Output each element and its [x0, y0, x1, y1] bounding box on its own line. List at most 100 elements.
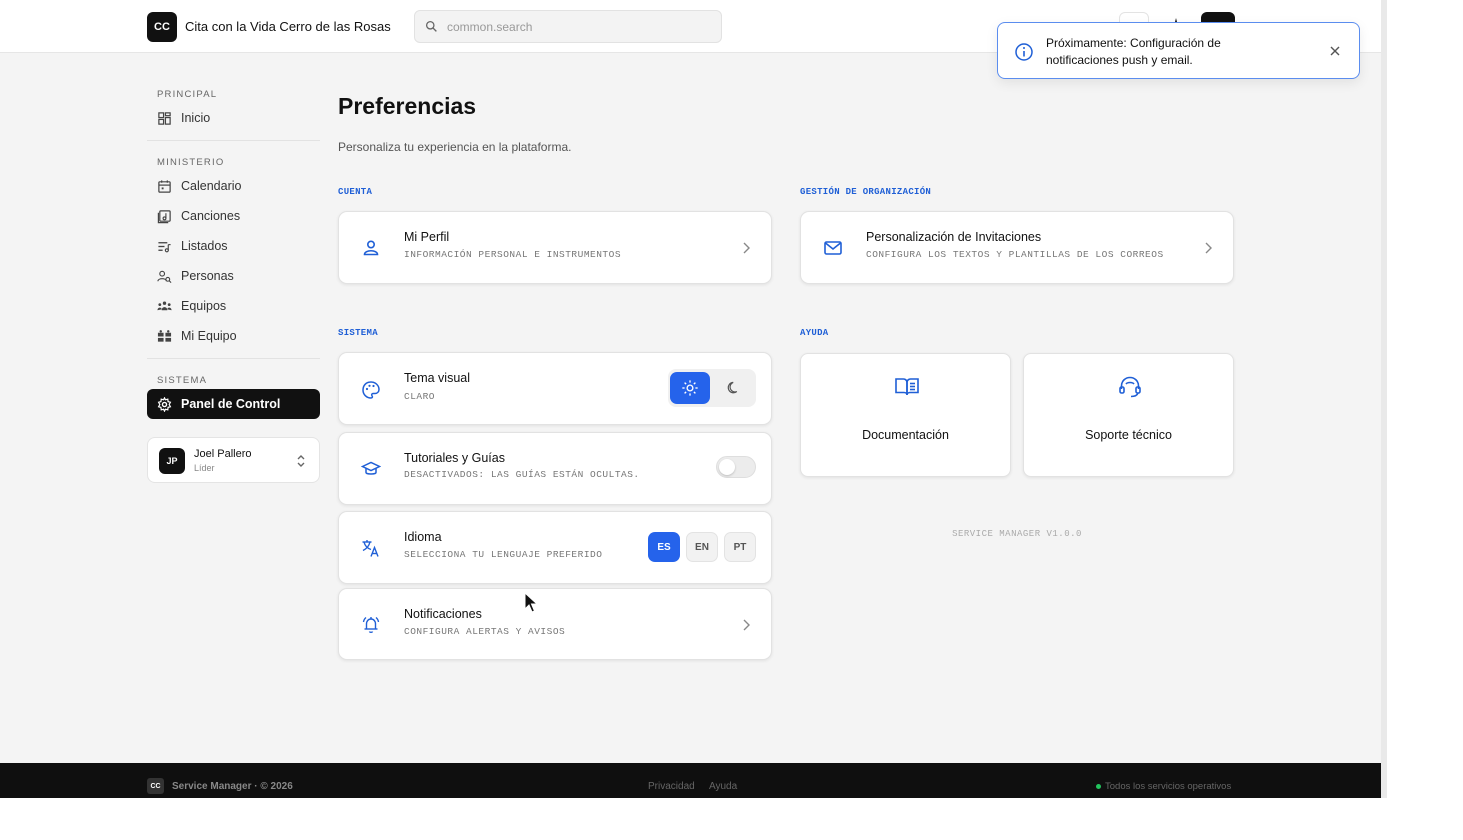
theme-light-button[interactable]: [670, 372, 710, 404]
language-card: Idioma SELECCIONA TU LENGUAJE PREFERIDO …: [338, 511, 772, 584]
footer: CC Service Manager · © 2026 Privacidad A…: [0, 763, 1381, 798]
search-icon: [425, 20, 437, 32]
sidebar-divider: [147, 140, 320, 141]
theme-dark-button[interactable]: [714, 372, 754, 404]
mouse-cursor-icon: [524, 592, 539, 613]
sidebar-item-equipos[interactable]: Equipos: [147, 293, 320, 319]
search-bar[interactable]: [414, 10, 722, 43]
app-version: SERVICE MANAGER V1.0.0: [952, 529, 1082, 539]
sidebar-section-label: PRINCIPAL: [157, 89, 218, 100]
headset-icon: [1119, 376, 1141, 398]
footer-link-privacidad[interactable]: Privacidad: [648, 781, 695, 792]
profile-card[interactable]: Mi Perfil INFORMACIÓN PERSONAL E INSTRUM…: [338, 211, 772, 284]
user-name: Joel Pallero: [194, 448, 252, 460]
settings-gear-icon: [157, 396, 172, 412]
invitations-card[interactable]: Personalización de Invitaciones CONFIGUR…: [800, 211, 1234, 284]
people-icon: [157, 270, 172, 283]
sidebar-item-listados[interactable]: Listados: [147, 233, 320, 259]
status-dot-icon: [1096, 784, 1101, 789]
card-description: CONFIGURA ALERTAS Y AVISOS: [404, 626, 566, 637]
moon-icon: [727, 381, 738, 394]
card-title: Mi Perfil: [404, 230, 450, 244]
tutorials-card: Tutoriales y Guías DESACTIVADOS: LAS GUÍ…: [338, 432, 772, 505]
footer-logo: CC: [147, 778, 164, 794]
dashboard-icon: [158, 111, 171, 125]
language-option-es[interactable]: ES: [648, 532, 680, 562]
footer-link-ayuda[interactable]: Ayuda: [709, 781, 737, 792]
sidebar-item-label: Equipos: [181, 299, 227, 313]
translate-icon: [362, 540, 379, 557]
user-icon: [363, 240, 379, 256]
language-option-pt[interactable]: PT: [724, 532, 756, 562]
documentation-card[interactable]: Documentación: [800, 353, 1011, 477]
book-icon: [895, 378, 919, 396]
chevron-right-icon: [743, 242, 750, 254]
sidebar-item-label: Listados: [181, 239, 228, 253]
search-input[interactable]: [447, 17, 707, 37]
sidebar-item-label: Panel de Control: [181, 397, 281, 411]
app-window: CC Cita con la Vida Cerro de las Rosas P…: [0, 0, 1381, 798]
card-description: SELECCIONA TU LENGUAJE PREFERIDO: [404, 549, 603, 560]
sidebar-item-label: Calendario: [181, 179, 242, 193]
page-subtitle: Personaliza tu experiencia en la platafo…: [338, 140, 572, 154]
notifications-card[interactable]: Notificaciones CONFIGURA ALERTAS Y AVISO…: [338, 588, 772, 660]
card-title: Notificaciones: [404, 607, 482, 621]
help-card-label: Documentación: [862, 428, 949, 442]
info-icon: [1015, 43, 1033, 61]
user-role: Líder: [194, 463, 215, 473]
card-title: Tutoriales y Guías: [404, 451, 505, 465]
graduation-cap-icon: [361, 461, 381, 475]
sidebar-item-inicio[interactable]: Inicio: [147, 105, 320, 131]
sidebar-item-label: Personas: [181, 269, 234, 283]
support-card[interactable]: Soporte técnico: [1023, 353, 1234, 477]
status-text: Todos los servicios operativos: [1105, 781, 1232, 792]
sidebar-divider: [147, 358, 320, 359]
palette-icon: [362, 381, 380, 399]
language-option-en[interactable]: EN: [686, 532, 718, 562]
sidebar-item-label: Inicio: [181, 111, 211, 125]
sidebar-section-label: MINISTERIO: [157, 157, 225, 168]
tutorials-toggle[interactable]: [716, 456, 756, 478]
sidebar-item-calendario[interactable]: Calendario: [147, 173, 320, 199]
card-title: Idioma: [404, 530, 442, 544]
service-status: Todos los servicios operativos: [1096, 781, 1231, 792]
org-logo[interactable]: CC: [147, 12, 177, 42]
scrollbar[interactable]: [1381, 0, 1387, 798]
user-switcher[interactable]: JP Joel Pallero Líder: [147, 437, 320, 483]
calendar-icon: [158, 179, 171, 193]
card-description: DESACTIVADOS: LAS GUÍAS ESTÁN OCULTAS.: [404, 469, 640, 480]
chevron-up-down-icon: [297, 455, 305, 467]
playlist-icon: [158, 241, 171, 252]
theme-toggle: [668, 369, 756, 407]
card-description: INFORMACIÓN PERSONAL E INSTRUMENTOS: [404, 249, 622, 260]
sidebar-item-panel-de-control[interactable]: Panel de Control: [147, 389, 320, 419]
sidebar-item-personas[interactable]: Personas: [147, 263, 320, 289]
sidebar-item-mi-equipo[interactable]: Mi Equipo: [147, 323, 320, 349]
page-title: Preferencias: [338, 93, 477, 119]
toggle-knob: [719, 459, 735, 475]
teams-icon: [157, 301, 172, 310]
footer-brand: Service Manager · © 2026: [172, 781, 293, 792]
chevron-right-icon: [743, 619, 750, 631]
info-toast: Próximamente: Configuración de notificac…: [997, 22, 1360, 79]
card-description: CONFIGURA LOS TEXTOS Y PLANTILLAS DE LOS…: [866, 249, 1164, 260]
toast-message: Próximamente: Configuración de notificac…: [1046, 36, 1221, 67]
sidebar-item-label: Canciones: [181, 209, 241, 223]
card-description: CLARO: [404, 391, 436, 402]
close-icon[interactable]: [1329, 45, 1341, 57]
group-label-account: CUENTA: [338, 187, 373, 197]
help-card-label: Soporte técnico: [1085, 428, 1172, 442]
card-title: Personalización de Invitaciones: [866, 230, 1042, 244]
sidebar-item-canciones[interactable]: Canciones: [147, 203, 320, 229]
sidebar-section-label: SISTEMA: [157, 375, 208, 386]
card-title: Tema visual: [404, 371, 470, 385]
group-label-org: GESTIÓN DE ORGANIZACIÓN: [800, 187, 932, 197]
chevron-right-icon: [1205, 242, 1212, 254]
my-team-icon: [157, 329, 172, 342]
mail-icon: [824, 241, 842, 255]
bell-ringing-icon: [362, 616, 380, 634]
music-icon: [157, 209, 171, 223]
theme-card: Tema visual CLARO: [338, 352, 772, 425]
group-label-system: SISTEMA: [338, 328, 378, 338]
sidebar-item-label: Mi Equipo: [181, 329, 237, 343]
